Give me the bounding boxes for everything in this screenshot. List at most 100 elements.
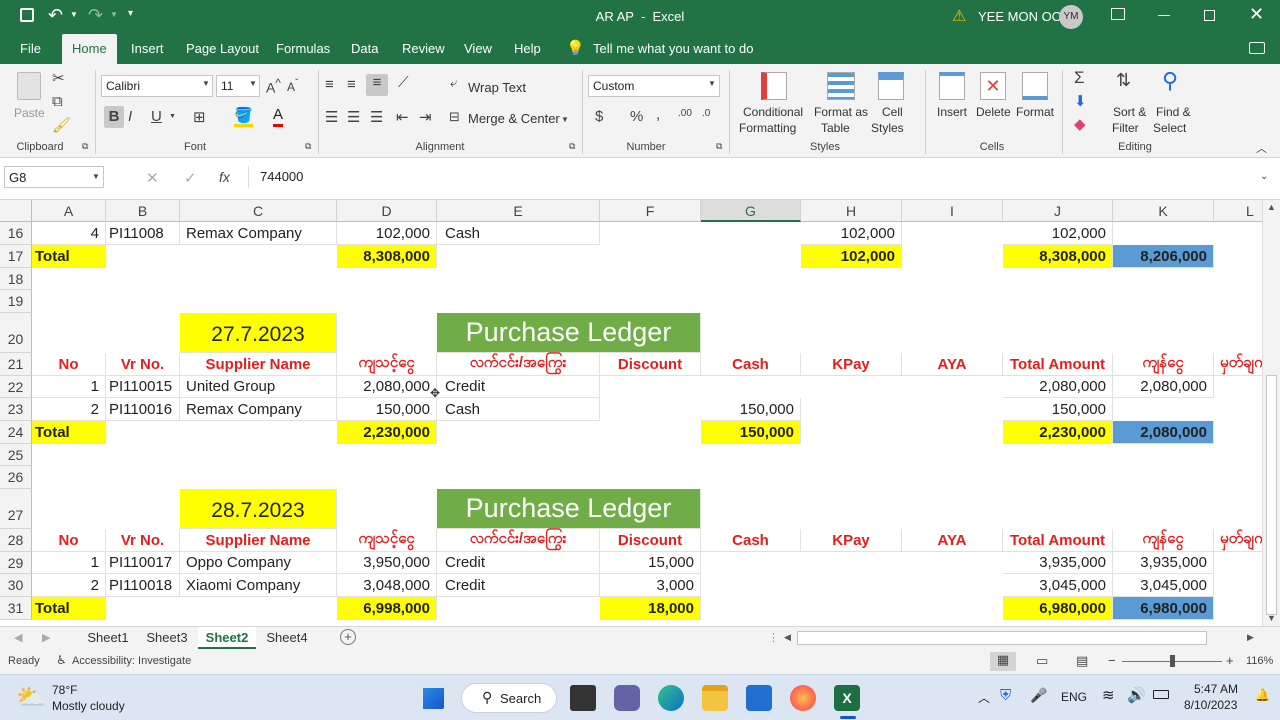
weather-temp[interactable]: 78°F bbox=[52, 683, 77, 697]
increase-font-icon[interactable]: A^ bbox=[266, 77, 281, 96]
cell-b16[interactable]: PI11008 bbox=[106, 222, 180, 245]
insert-cells-label[interactable]: Insert bbox=[937, 105, 967, 119]
column-header-b[interactable]: B bbox=[106, 200, 180, 222]
ledger-title-e20[interactable]: Purchase Ledger bbox=[437, 313, 701, 353]
cell-f29[interactable]: 15,000 bbox=[600, 552, 701, 574]
header-no[interactable]: No bbox=[32, 353, 106, 376]
tell-me-search[interactable]: Tell me what you want to do bbox=[593, 41, 753, 56]
header-remark[interactable]: မှတ်ချက် bbox=[1214, 353, 1262, 376]
tab-file[interactable]: File bbox=[20, 41, 41, 56]
firefox-icon[interactable] bbox=[790, 685, 816, 711]
redo-icon[interactable]: ↷ bbox=[88, 5, 103, 26]
font-name-dropdown-icon[interactable]: ▼ bbox=[202, 79, 210, 88]
zoom-out-icon[interactable]: − bbox=[1108, 653, 1116, 668]
chevron-up-icon[interactable]: ︿ bbox=[978, 689, 990, 706]
tab-insert[interactable]: Insert bbox=[131, 41, 164, 56]
align-center-icon[interactable]: ☰ bbox=[347, 108, 360, 126]
excel-taskbar-icon[interactable]: X bbox=[834, 685, 860, 711]
normal-view-icon[interactable]: ▦ bbox=[990, 652, 1016, 671]
cut-icon[interactable]: ✂ bbox=[52, 69, 65, 87]
cell-c29[interactable]: Oppo Company bbox=[180, 552, 337, 574]
merge-center-icon[interactable]: ⊟ bbox=[449, 109, 460, 125]
accessibility-icon[interactable]: ♿ bbox=[56, 653, 67, 667]
next-sheet-icon[interactable]: ▶ bbox=[42, 631, 50, 644]
header-no[interactable]: No bbox=[32, 529, 106, 552]
column-header-e[interactable]: E bbox=[437, 200, 600, 222]
cell-d24[interactable]: 2,230,000 bbox=[337, 421, 437, 444]
scroll-thumb[interactable] bbox=[1266, 375, 1277, 615]
header-total-amount[interactable]: Total Amount bbox=[1003, 353, 1113, 376]
cell-d29[interactable]: 3,950,000 bbox=[337, 552, 437, 574]
cell-a31[interactable]: Total bbox=[32, 597, 106, 620]
paste-icon[interactable] bbox=[17, 72, 41, 100]
zoom-slider-thumb[interactable] bbox=[1170, 655, 1175, 667]
date-cell-c20[interactable]: 27.7.2023 bbox=[180, 313, 337, 353]
cell-styles-icon[interactable] bbox=[878, 72, 904, 100]
scroll-up-icon[interactable]: ▲ bbox=[1267, 202, 1276, 212]
undo-icon[interactable]: ↶ bbox=[48, 5, 63, 26]
align-bottom-icon[interactable]: ≡ bbox=[366, 74, 388, 96]
header-kpay[interactable]: KPay bbox=[801, 529, 902, 552]
decrease-decimal-icon[interactable]: .0 bbox=[702, 108, 710, 119]
cell-c30[interactable]: Xiaomi Company bbox=[180, 574, 337, 597]
sheet-tab-sheet3[interactable]: Sheet3 bbox=[139, 627, 195, 649]
cell-d23[interactable]: 150,000 bbox=[337, 398, 437, 421]
header-amount[interactable]: ကျသင့်ငွေ bbox=[337, 353, 437, 376]
increase-decimal-icon[interactable]: .00 bbox=[678, 108, 692, 119]
tab-formulas[interactable]: Formulas bbox=[276, 41, 330, 56]
copy-icon[interactable]: ⧉ bbox=[52, 93, 63, 110]
weather-desc[interactable]: Mostly cloudy bbox=[52, 699, 125, 713]
row-header-29[interactable]: 29 bbox=[0, 552, 32, 574]
horizontal-scroll-thumb[interactable] bbox=[797, 631, 1207, 645]
insert-cells-icon[interactable] bbox=[939, 72, 965, 100]
header-cash-credit[interactable]: လက်ငင်း/အကြွေး bbox=[437, 529, 600, 552]
tab-view[interactable]: View bbox=[464, 41, 492, 56]
align-top-icon[interactable]: ≡ bbox=[325, 76, 334, 93]
header-cash-credit[interactable]: လက်ငင်း/အကြွေး bbox=[437, 353, 600, 376]
fill-color-icon[interactable]: 🪣 bbox=[234, 106, 253, 127]
battery-icon[interactable] bbox=[1153, 690, 1169, 699]
page-break-view-icon[interactable]: ▤ bbox=[1076, 653, 1088, 669]
wrap-text-icon[interactable]: ⤶ bbox=[450, 75, 457, 91]
column-header-j[interactable]: J bbox=[1003, 200, 1113, 222]
header-kpay[interactable]: KPay bbox=[801, 353, 902, 376]
conditional-formatting-icon[interactable] bbox=[761, 72, 787, 100]
number-format-select[interactable]: Custom bbox=[588, 75, 720, 97]
defender-icon[interactable]: ⛨ bbox=[1000, 687, 1011, 704]
cell-a22[interactable]: 1 bbox=[32, 376, 106, 398]
cell-j23[interactable]: 150,000 bbox=[1003, 398, 1113, 421]
cell-a23[interactable]: 2 bbox=[32, 398, 106, 421]
cell-j16[interactable]: 102,000 bbox=[1003, 222, 1113, 245]
weather-icon[interactable]: ⛅ bbox=[16, 683, 46, 712]
taskbar-search[interactable]: ⚲ Search bbox=[461, 683, 557, 713]
column-header-g[interactable]: G bbox=[701, 200, 801, 222]
vertical-scrollbar[interactable]: ▲ ▼ bbox=[1262, 200, 1280, 626]
cell-e22[interactable]: Credit bbox=[437, 376, 600, 398]
formula-input[interactable]: 744000 bbox=[248, 166, 1276, 188]
row-header-22[interactable]: 22 bbox=[0, 376, 32, 398]
header-supplier[interactable]: Supplier Name bbox=[180, 529, 337, 552]
font-color-icon[interactable]: A bbox=[273, 106, 284, 127]
sort-filter-icon[interactable]: ⇅ bbox=[1116, 70, 1131, 91]
row-header-23[interactable]: 23 bbox=[0, 398, 32, 421]
date-cell-c27[interactable]: 28.7.2023 bbox=[180, 489, 337, 529]
format-cells-label[interactable]: Format bbox=[1016, 105, 1054, 119]
column-header-k[interactable]: K bbox=[1113, 200, 1214, 222]
number-launcher-icon[interactable]: ⧉ bbox=[716, 141, 722, 152]
column-header-a[interactable]: A bbox=[32, 200, 106, 222]
header-balance[interactable]: ကျန်ငွေ bbox=[1113, 529, 1214, 552]
cell-k24[interactable]: 2,080,000 bbox=[1113, 421, 1214, 444]
fill-icon[interactable]: ⬇ bbox=[1074, 92, 1087, 110]
column-header-l[interactable]: L bbox=[1214, 200, 1262, 222]
language-indicator[interactable]: ENG bbox=[1061, 690, 1087, 704]
font-size-dropdown-icon[interactable]: ▼ bbox=[249, 79, 257, 88]
font-name-input[interactable]: Calibri bbox=[101, 75, 213, 97]
file-explorer-icon[interactable] bbox=[702, 685, 728, 711]
underline-dropdown-icon[interactable]: ▼ bbox=[169, 113, 176, 120]
ledger-title-e27[interactable]: Purchase Ledger bbox=[437, 489, 701, 529]
find-select-label1[interactable]: Find & bbox=[1156, 105, 1191, 119]
header-balance[interactable]: ကျန်ငွေ bbox=[1113, 353, 1214, 376]
ribbon-display-icon[interactable] bbox=[1111, 8, 1125, 20]
new-sheet-icon[interactable]: + bbox=[340, 629, 356, 645]
row-header-30[interactable]: 30 bbox=[0, 574, 32, 597]
